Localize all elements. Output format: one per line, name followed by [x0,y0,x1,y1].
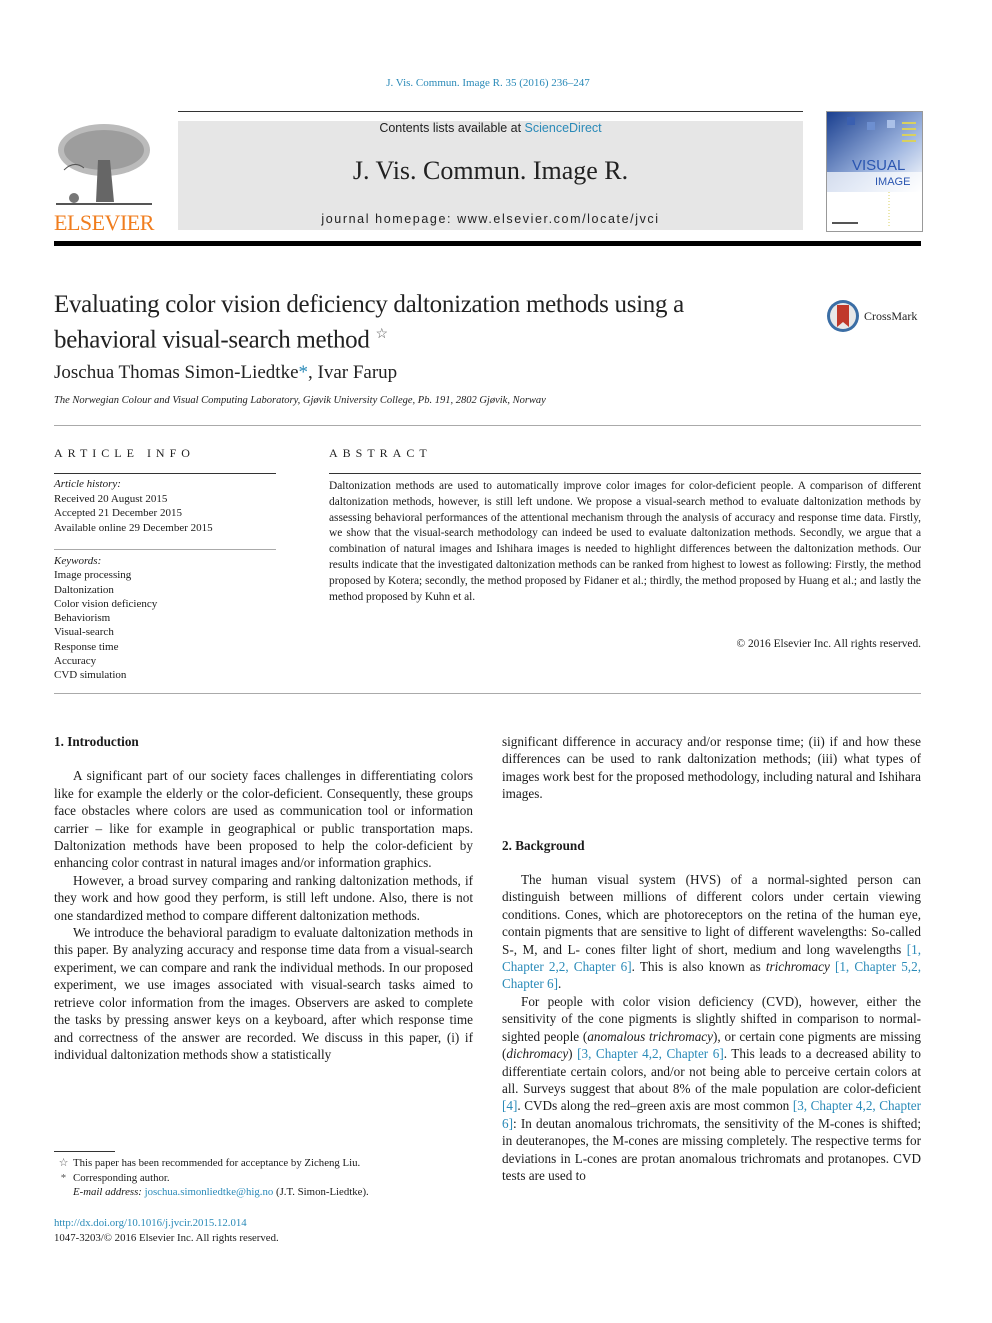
asterisk-mark: * [60,1171,67,1184]
citation-link[interactable]: [3, Chapter 4,2, Chapter 6] [577,1046,724,1061]
keyword: Daltonization [54,583,114,596]
keyword: Color vision deficiency [54,597,158,610]
history-received: Received 20 August 2015 [54,492,168,505]
divider [178,111,803,112]
article-info-heading: ARTICLE INFO [54,446,195,460]
body-right-column: significant difference in accuracy and/o… [502,733,921,1184]
svg-text:IMAGE: IMAGE [875,176,910,188]
paragraph: A significant part of our society faces … [54,768,473,871]
footnotes: ☆ This paper has been recommended for acc… [54,1156,474,1200]
keywords: Keywords: Image processing Daltonization… [54,554,276,683]
section-heading-introduction: 1. Introduction [54,734,139,749]
footnote-email: E-mail address: joschua.simonliedtke@hig… [54,1185,474,1200]
footnote-text: This paper has been recommended for acce… [73,1157,361,1169]
keyword: Accuracy [54,655,97,668]
corresponding-author-mark[interactable]: * [299,362,309,383]
keyword: Behaviorism [54,612,111,625]
text: ) [568,1046,578,1062]
journal-citation-link[interactable]: J. Vis. Commun. Image R. 35 (2016) 236–2… [0,77,976,89]
keyword: Image processing [54,569,132,582]
crossmark-button[interactable]: CrossMark [826,298,926,334]
article-title-text: Evaluating color vision deficiency dalto… [54,291,684,354]
paragraph: significant difference in accuracy and/o… [502,734,921,802]
svg-text:CrossMark: CrossMark [864,309,917,323]
text: . This is also known as [631,959,766,975]
article-title: Evaluating color vision deficiency dalto… [54,290,774,355]
paragraph: The human visual system (HVS) of a norma… [502,871,921,993]
issn-copyright: 1047-3203/© 2016 Elsevier Inc. All right… [54,1231,279,1244]
abstract-copyright: © 2016 Elsevier Inc. All rights reserved… [736,638,921,650]
text: . [558,976,562,992]
paragraph: We introduce the behavioral paradigm to … [54,925,473,1062]
affiliation: The Norwegian Colour and Visual Computin… [54,395,546,406]
text: : In deutan anomalous trichromats, the s… [502,1115,921,1183]
author-2: Ivar Farup [317,362,398,383]
history-online: Available online 29 December 2015 [54,521,213,534]
star-mark: ☆ [58,1157,69,1169]
divider [329,473,921,474]
abstract-text: Daltonization methods are used to automa… [329,480,921,603]
article-history: Article history: Received 20 August 2015… [54,477,276,535]
journal-cover-image: VISUAL IMAGE [826,111,923,232]
body-left-column: 1. Introduction A significant part of ou… [54,733,473,1063]
divider [54,425,921,426]
author-list: Joschua Thomas Simon-Liedtke*, Ivar Faru… [54,362,397,384]
keyword: Response time [54,640,119,653]
journal-homepage[interactable]: journal homepage: www.elsevier.com/locat… [178,212,803,226]
keyword: Visual-search [54,626,114,639]
email-label: E-mail address: [73,1186,145,1198]
abstract-heading: ABSTRACT [329,446,432,460]
citation-link[interactable]: [4] [502,1098,517,1113]
journal-name: J. Vis. Commun. Image R. [352,156,629,185]
email-link[interactable]: joschua.simonliedtke@hig.no [145,1186,274,1198]
divider [54,549,276,550]
paragraph: For people with color vision deficiency … [502,993,921,1184]
svg-text:VISUAL: VISUAL [852,157,905,174]
term: dichromacy [506,1046,569,1062]
contents-prefix: Contents lists available at [379,121,525,135]
footnote-corresponding: * Corresponding author. [54,1171,474,1186]
sciencedirect-link[interactable]: ScienceDirect [525,121,602,135]
email-suffix: (J.T. Simon-Liedtke). [273,1186,369,1198]
section-heading-background: 2. Background [502,837,585,853]
keywords-label: Keywords: [54,555,102,567]
elsevier-wordmark: ELSEVIER [54,210,154,235]
paragraph: However, a broad survey comparing and ra… [54,872,473,923]
history-label: Article history: [54,478,121,490]
footnote-recommendation: ☆ This paper has been recommended for acc… [54,1156,474,1171]
footnote-text: Corresponding author. [73,1171,170,1184]
contents-line: Contents lists available at ScienceDirec… [178,121,803,135]
history-accepted: Accepted 21 December 2015 [54,507,182,520]
text: The human visual system (HVS) of a norma… [502,872,921,957]
term: anomalous trichromacy [587,1028,714,1044]
header-divider [54,241,921,246]
term: trichromacy [765,959,830,975]
divider [54,693,921,694]
text: . CVDs along the red–green axis are most… [517,1098,793,1114]
keyword: CVD simulation [54,669,127,682]
doi-block: http://dx.doi.org/10.1016/j.jvcir.2015.1… [54,1216,279,1245]
author-1: Joschua Thomas Simon-Liedtke [54,362,299,383]
footnote-divider [54,1151,115,1152]
doi-link[interactable]: http://dx.doi.org/10.1016/j.jvcir.2015.1… [54,1217,247,1229]
author-separator: , [308,362,318,383]
title-footnote-star[interactable]: ☆ [376,327,389,342]
divider [54,473,276,474]
